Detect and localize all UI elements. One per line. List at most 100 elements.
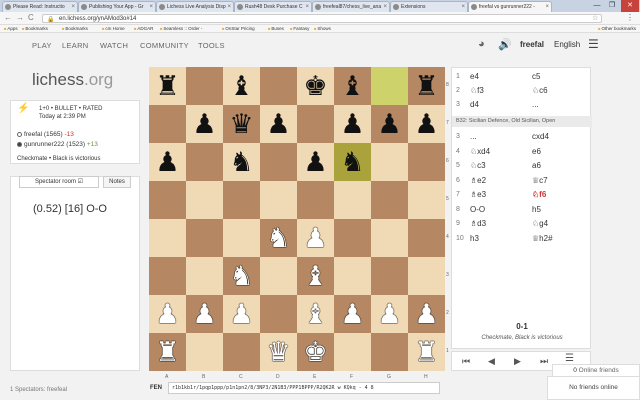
square-d3[interactable]	[260, 257, 297, 295]
square-e8[interactable]: ♚	[297, 67, 334, 105]
white-pawn-icon[interactable]: ♟	[303, 224, 327, 252]
square-b3[interactable]	[186, 257, 223, 295]
white-pawn-icon[interactable]: ♟	[155, 300, 179, 328]
square-c1[interactable]	[223, 333, 260, 371]
white-pawn-icon[interactable]: ♟	[377, 300, 401, 328]
white-move[interactable]: O-O	[470, 205, 485, 214]
square-f1[interactable]	[334, 333, 371, 371]
black-move[interactable]: a6	[532, 161, 541, 170]
url-input[interactable]: 🔒 en.lichess.org/ynAMod3o#14	[42, 14, 602, 23]
square-d5[interactable]	[260, 181, 297, 219]
square-e6[interactable]: ♟	[297, 143, 334, 181]
square-f6[interactable]: ♞	[334, 143, 371, 181]
square-h2[interactable]: ♟	[408, 295, 445, 333]
close-tab-icon[interactable]: ×	[149, 2, 153, 12]
square-e4[interactable]: ♟	[297, 219, 334, 257]
white-move[interactable]: ♘c3	[470, 161, 486, 170]
square-d8[interactable]	[260, 67, 297, 105]
bookmark-item[interactable]: OnStar Pricing	[222, 25, 254, 32]
hamburger-menu-icon[interactable]: ☰	[588, 37, 599, 51]
square-h7[interactable]: ♟	[408, 105, 445, 143]
chrome-menu-icon[interactable]: ⋮	[626, 13, 634, 22]
square-c8[interactable]: ♝	[223, 67, 260, 105]
white-move[interactable]: ...	[470, 132, 477, 141]
black-move[interactable]: cxd4	[532, 132, 549, 141]
black-move[interactable]: c5	[532, 72, 540, 81]
analysis-menu-button[interactable]: ☰	[565, 353, 574, 364]
sound-icon[interactable]: 🔊	[498, 38, 512, 51]
square-a3[interactable]	[149, 257, 186, 295]
square-f8[interactable]: ♝	[334, 67, 371, 105]
bookmark-item[interactable]: ADGAR	[134, 25, 153, 32]
language-selector[interactable]: English	[554, 40, 580, 49]
browser-tab-active[interactable]: freefal vs gunrunner222 - ×	[468, 1, 552, 12]
square-f5[interactable]	[334, 181, 371, 219]
square-e2[interactable]: ♝	[297, 295, 334, 333]
black-pawn-icon[interactable]: ♟	[155, 148, 179, 176]
square-g4[interactable]	[371, 219, 408, 257]
square-h5[interactable]	[408, 181, 445, 219]
close-tab-icon[interactable]: ×	[545, 2, 549, 12]
black-move[interactable]: ♕h2#	[532, 234, 553, 243]
square-f7[interactable]: ♟	[334, 105, 371, 143]
white-bishop-icon[interactable]: ♝	[303, 262, 327, 290]
white-pawn-icon[interactable]: ♟	[229, 300, 253, 328]
browser-tab[interactable]: Please Read: Instructio ×	[2, 1, 78, 12]
previous-move-button[interactable]: ◀	[488, 356, 495, 367]
square-a7[interactable]	[149, 105, 186, 143]
square-b8[interactable]	[186, 67, 223, 105]
black-queen-icon[interactable]: ♛	[229, 110, 253, 138]
back-button[interactable]: ←	[4, 13, 12, 22]
square-a5[interactable]	[149, 181, 186, 219]
black-pawn-icon[interactable]: ♟	[266, 110, 290, 138]
black-bishop-icon[interactable]: ♝	[340, 72, 364, 100]
white-pawn-icon[interactable]: ♟	[340, 300, 364, 328]
bookmark-item[interactable]: Bookmarks	[22, 25, 48, 32]
square-d2[interactable]	[260, 295, 297, 333]
reload-button[interactable]: C	[28, 13, 34, 22]
close-tab-icon[interactable]: ×	[383, 2, 387, 12]
square-b5[interactable]	[186, 181, 223, 219]
square-e5[interactable]	[297, 181, 334, 219]
black-move[interactable]: ♘c6	[532, 86, 548, 95]
white-pawn-icon[interactable]: ♟	[192, 300, 216, 328]
maximize-button[interactable]: ❐	[605, 0, 619, 12]
black-move[interactable]: h5	[532, 205, 541, 214]
bookmark-item[interactable]: Apps	[4, 25, 17, 32]
white-move[interactable]: ♗e2	[470, 176, 486, 185]
black-knight-icon[interactable]: ♞	[229, 148, 253, 176]
white-move[interactable]: ♗d3	[470, 219, 486, 228]
black-move[interactable]: e6	[532, 147, 541, 156]
square-g5[interactable]	[371, 181, 408, 219]
square-h3[interactable]	[408, 257, 445, 295]
white-rook-icon[interactable]: ♜	[414, 338, 438, 366]
close-tab-icon[interactable]: ×	[71, 2, 75, 12]
bookmark-item[interactable]: Shows	[314, 25, 331, 32]
square-a2[interactable]: ♟	[149, 295, 186, 333]
browser-tab[interactable]: Lichess Live Analysis Disp ×	[156, 1, 234, 12]
bookmark-item[interactable]: Seamless :: Order -	[160, 25, 202, 32]
minimize-button[interactable]: —	[590, 0, 604, 12]
browser-tab[interactable]: Rush48 Desk Purchase C ×	[234, 1, 312, 12]
nav-learn[interactable]: LEARN	[62, 41, 89, 50]
site-logo[interactable]: lichess.org	[32, 70, 113, 90]
square-b1[interactable]	[186, 333, 223, 371]
bookmark-item[interactable]: Bookmarks	[62, 25, 88, 32]
square-a1[interactable]: ♜	[149, 333, 186, 371]
next-move-button[interactable]: ▶	[514, 356, 521, 367]
browser-tab[interactable]: freefeal87/chess_live_ana ×	[312, 1, 390, 12]
square-c2[interactable]: ♟	[223, 295, 260, 333]
square-b2[interactable]: ♟	[186, 295, 223, 333]
close-window-button[interactable]: ✕	[621, 0, 639, 12]
square-g3[interactable]	[371, 257, 408, 295]
white-move[interactable]: ♗e3	[470, 190, 486, 199]
black-pawn-icon[interactable]: ♟	[340, 110, 364, 138]
square-e3[interactable]: ♝	[297, 257, 334, 295]
white-move[interactable]: e4	[470, 72, 479, 81]
black-move[interactable]: ♘f6	[532, 190, 546, 199]
square-c7[interactable]: ♛	[223, 105, 260, 143]
black-bishop-icon[interactable]: ♝	[229, 72, 253, 100]
fen-input[interactable]: r1b1kb1r/1pqp1ppp/p1n1pn2/8/3NP3/2N1B3/P…	[168, 382, 440, 394]
white-knight-icon[interactable]: ♞	[266, 224, 290, 252]
black-rook-icon[interactable]: ♜	[414, 72, 438, 100]
